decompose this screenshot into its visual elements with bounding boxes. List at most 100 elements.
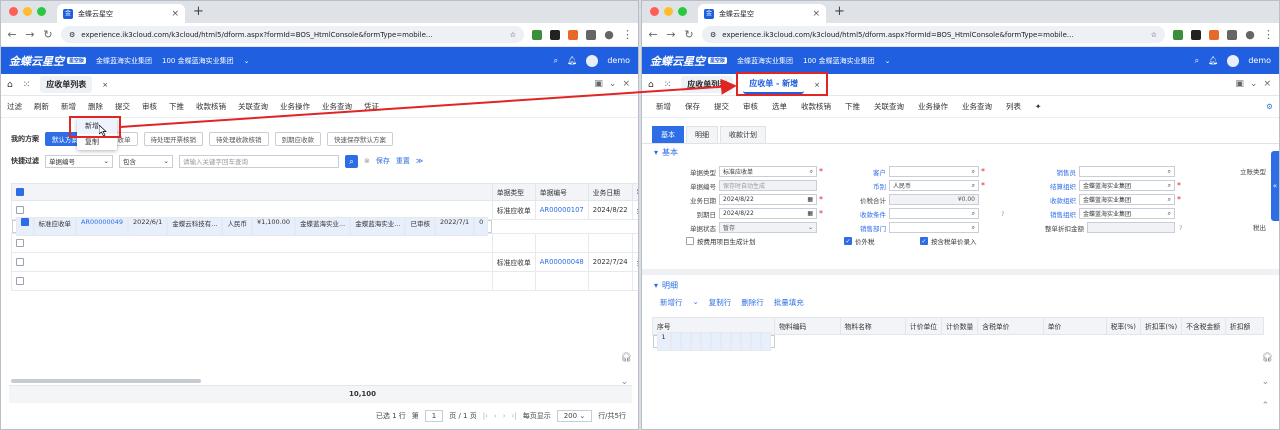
settle-org-input[interactable]: 金蝶蓝海实业集团 ⌕: [1079, 180, 1175, 191]
minimize-window-button[interactable]: [23, 7, 32, 16]
profile-icon[interactable]: ●: [604, 28, 614, 41]
section-basic-header[interactable]: ▾ 基本: [642, 144, 1279, 161]
next-page-icon[interactable]: ›: [503, 412, 506, 420]
batch-fill-button[interactable]: 批量填充: [774, 297, 804, 308]
toolbar-writeoff[interactable]: 收款核销: [801, 101, 831, 112]
profile-icon[interactable]: ●: [1245, 28, 1255, 41]
site-info-icon[interactable]: ⚙: [69, 31, 75, 39]
toolbar-push[interactable]: 下推: [169, 101, 184, 112]
expand-icon[interactable]: ⌄: [609, 79, 617, 89]
extension-icon[interactable]: [1191, 29, 1201, 40]
bookmark-star-icon[interactable]: ☆: [510, 31, 516, 39]
toolbar-biz-op[interactable]: 业务操作: [280, 101, 310, 112]
column-header[interactable]: 计价单位: [904, 317, 943, 335]
user-name[interactable]: demo: [607, 56, 630, 65]
recv-org-input[interactable]: 金蝶蓝海实业集团 ⌕: [1079, 194, 1175, 205]
org-selector[interactable]: 100 金蝶蓝海实业集团: [162, 56, 234, 66]
browser-menu-icon[interactable]: ⋮: [1263, 28, 1274, 41]
toolbar-audit[interactable]: 审核: [142, 101, 157, 112]
forward-icon[interactable]: →: [666, 28, 676, 41]
toolbar-voucher[interactable]: 凭证: [364, 101, 379, 112]
url-field[interactable]: ⚙ experience.ik3cloud.com/k3cloud/html5/…: [702, 26, 1165, 43]
checkbox[interactable]: ✓: [920, 237, 928, 245]
first-page-icon[interactable]: |‹: [483, 412, 488, 420]
side-panel-toggle[interactable]: «: [1271, 151, 1279, 221]
column-header[interactable]: 不含税金额: [1181, 317, 1226, 335]
scheme-chip[interactable]: 到期应收款: [274, 132, 321, 146]
tab-receivable-list[interactable]: 应收单列表: [40, 76, 93, 93]
tab-payment-plan[interactable]: 收款计划: [720, 126, 766, 143]
column-header[interactable]: 单价: [1042, 317, 1107, 335]
checkbox[interactable]: [686, 237, 694, 245]
column-header[interactable]: 折扣额: [1224, 317, 1265, 335]
chevron-down-icon[interactable]: ⌄: [244, 57, 250, 65]
checkbox[interactable]: [20, 218, 29, 226]
browser-menu-icon[interactable]: ⋮: [622, 28, 633, 41]
help-icon[interactable]: ?: [1179, 224, 1182, 232]
row-checkbox-cell[interactable]: [11, 233, 493, 253]
table-row[interactable]: 标准应收单 AR00000049 2022/6/1 金蝶云科技有... 人民币 ¥1,10…: [11, 217, 493, 236]
scheme-chip[interactable]: 快速保存默认方案: [327, 132, 393, 146]
settings-gear-icon[interactable]: ⚙: [1266, 102, 1273, 111]
add-row-button[interactable]: 新增行: [660, 297, 683, 308]
scroll-up-icon[interactable]: ⌃: [1262, 401, 1273, 411]
bill-no-input[interactable]: 保存时自动生成: [719, 180, 817, 191]
checkbox[interactable]: [16, 206, 24, 214]
toolbar-biz-query[interactable]: 业务查询: [962, 101, 992, 112]
tab-receivable-list[interactable]: 应收单列表: [681, 76, 734, 93]
due-date-input[interactable]: 2024/8/22 ▦: [719, 208, 817, 219]
toolbar-related-query[interactable]: 关联查询: [238, 101, 268, 112]
headset-icon[interactable]: 🎧︎: [1262, 353, 1273, 363]
checkbox[interactable]: [16, 277, 24, 285]
notification-bell-icon[interactable]: 🔔︎: [1208, 56, 1218, 65]
sale-dept-input[interactable]: ⌕: [889, 222, 979, 233]
toolbar-list[interactable]: 列表: [1006, 101, 1021, 112]
search-icon[interactable]: ⌕: [554, 56, 558, 66]
url-field[interactable]: ⚙ experience.ik3cloud.com/k3cloud/html5/…: [61, 26, 524, 43]
currency-input[interactable]: 人民币 ⌕: [889, 180, 979, 191]
headset-icon[interactable]: 🎧︎: [621, 353, 632, 363]
extensions-puzzle-icon[interactable]: [1227, 29, 1237, 40]
back-icon[interactable]: ←: [7, 28, 17, 41]
toolbar-submit[interactable]: 提交: [115, 101, 130, 112]
toolbar-related-query[interactable]: 关联查询: [874, 101, 904, 112]
tab-basic[interactable]: 基本: [652, 126, 684, 143]
scroll-down-icon[interactable]: ⌄: [621, 377, 632, 387]
checkbox[interactable]: [16, 239, 24, 247]
table-row[interactable]: 1: [11, 271, 638, 291]
filter-op-select[interactable]: 包含 ⌄: [119, 154, 173, 168]
column-header[interactable]: 物料编码: [774, 317, 841, 335]
avatar[interactable]: [1227, 54, 1240, 67]
org-selector[interactable]: 100 金蝶蓝海实业集团: [803, 56, 875, 66]
toolbar-push[interactable]: 下推: [845, 101, 860, 112]
toolbar-biz-query[interactable]: 业务查询: [322, 101, 352, 112]
delete-row-button[interactable]: 删除行: [741, 297, 764, 308]
row-checkbox-cell[interactable]: [11, 271, 493, 291]
scheme-chip[interactable]: 待处理收款核销: [209, 132, 269, 146]
maximize-window-button[interactable]: [678, 7, 687, 16]
checkbox-cost-plan[interactable]: 按费用项目生成计划: [686, 236, 756, 246]
minimize-window-button[interactable]: [664, 7, 673, 16]
last-page-icon[interactable]: ›|: [512, 412, 517, 420]
toolbar-select-bill[interactable]: 选单: [772, 101, 787, 112]
cell-no[interactable]: [534, 271, 589, 291]
table-row[interactable]: 标准应收单AR000000482022/7/24金蝶云科技有...人民币¥9,0…: [11, 252, 638, 272]
browser-tab[interactable]: 金 金蝶云星空 ×: [698, 4, 826, 23]
prev-page-icon[interactable]: ‹: [494, 412, 497, 420]
recv-cond-input[interactable]: ⌕: [889, 208, 979, 219]
cell-empty[interactable]: [690, 332, 701, 351]
horizontal-scrollbar[interactable]: [11, 379, 201, 383]
site-info-icon[interactable]: ⚙: [710, 31, 716, 39]
app-logo[interactable]: 金蝶云星空 星空版: [650, 53, 728, 69]
table-row[interactable]: 1: [652, 332, 775, 351]
close-tab-icon[interactable]: ×: [171, 9, 179, 19]
cell-empty[interactable]: [670, 332, 681, 351]
column-header[interactable]: 含税单价: [977, 317, 1044, 335]
column-header[interactable]: 客户: [631, 183, 638, 201]
filter-keyword-input[interactable]: 请输入关键字回车查询: [179, 154, 339, 168]
new-tab-icon[interactable]: +: [193, 4, 204, 19]
user-name[interactable]: demo: [1248, 56, 1271, 65]
tab-detail[interactable]: 明细: [686, 126, 718, 143]
column-header[interactable]: 物料名称: [839, 317, 906, 335]
filter-field-select[interactable]: 单据编号 ⌄: [45, 154, 113, 168]
